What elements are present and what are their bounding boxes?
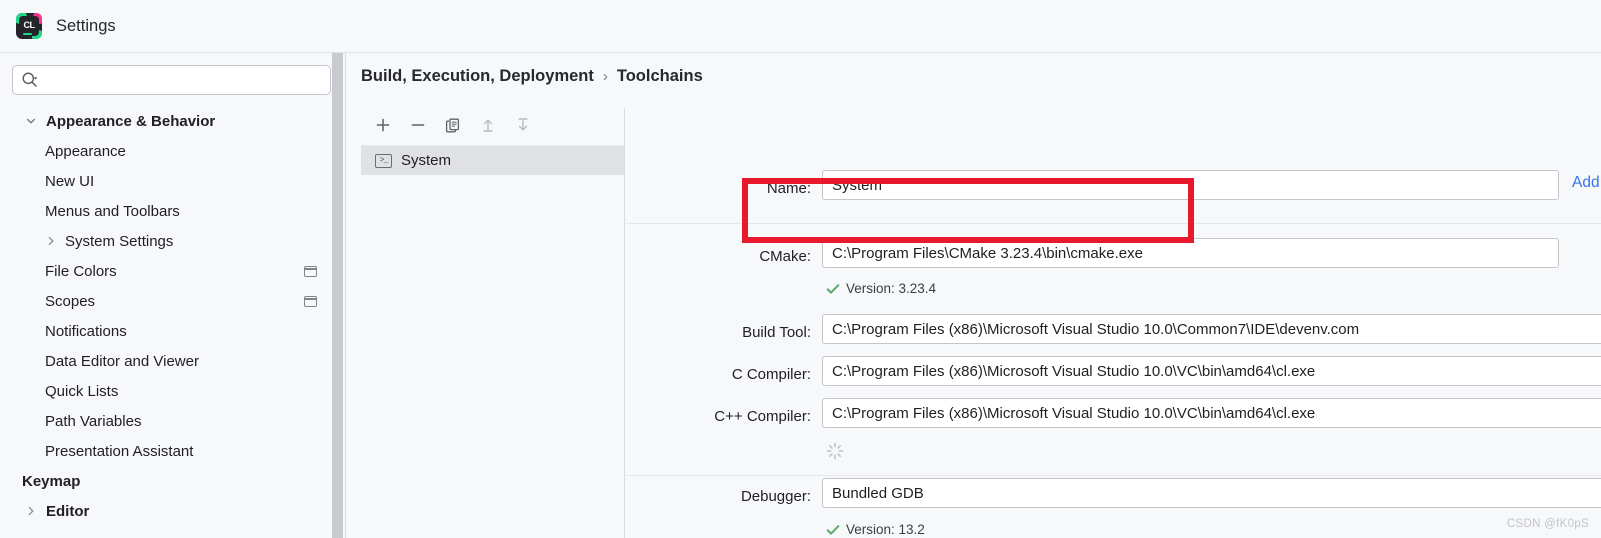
sidebar-item-label: Scopes (45, 292, 96, 310)
main-panel: Build, Execution, Deployment › Toolchain… (347, 53, 1601, 538)
sidebar-item-data-editor-and-viewer[interactable]: Data Editor and Viewer (0, 346, 345, 376)
project-scope-icon (304, 295, 317, 307)
sidebar-item-label: Editor (46, 502, 90, 520)
watermark: CSDN @fK0pS (1506, 518, 1589, 530)
breadcrumb-separator-icon: › (602, 68, 608, 85)
name-field[interactable]: System (822, 170, 1559, 200)
sidebar-item-quick-lists[interactable]: Quick Lists (0, 376, 345, 406)
copy-toolchain-button[interactable] (443, 115, 463, 135)
toolchain-list-panel: >_ System (361, 108, 625, 538)
sidebar-item-keymap[interactable]: Keymap (0, 466, 345, 496)
sidebar-item-notifications[interactable]: Notifications (0, 316, 345, 346)
form-divider (626, 223, 1601, 224)
sidebar-item-label: Appearance & Behavior (46, 112, 216, 130)
search-container (0, 53, 345, 95)
cpp-compiler-field[interactable]: C:\Program Files (x86)\Microsoft Visual … (822, 398, 1601, 428)
clion-icon-label: CL (23, 19, 36, 30)
add-environment-link[interactable]: Add e (1572, 174, 1601, 192)
check-icon (826, 523, 840, 537)
cpp-compiler-label: C++ Compiler: (714, 408, 811, 425)
sidebar-item-scopes[interactable]: Scopes (0, 286, 345, 316)
c-compiler-label: C Compiler: (731, 366, 811, 383)
sidebar-item-appearance[interactable]: Appearance (0, 136, 345, 166)
toolchain-list-item[interactable]: >_ System (361, 146, 624, 175)
chevron-right-icon[interactable] (44, 234, 58, 248)
sidebar-item-system-settings[interactable]: System Settings (0, 226, 345, 256)
debugger-status-text: Version: 13.2 (846, 522, 925, 537)
project-scope-icon (304, 265, 317, 277)
toolchain-list: >_ System (361, 145, 624, 175)
settings-tree: Appearance & Behavior Appearance New UI Men… (0, 106, 345, 526)
settings-window: CL Settings Appearance & Behavior Appeara… (0, 0, 1601, 538)
breadcrumb: Build, Execution, Deployment › Toolchain… (361, 67, 703, 86)
search-input[interactable] (39, 66, 322, 94)
title-bar: CL Settings (0, 0, 1601, 53)
cmake-status-text: Version: 3.23.4 (846, 281, 937, 296)
move-down-button (513, 115, 533, 135)
sidebar-item-label: Path Variables (45, 412, 142, 430)
breadcrumb-parent[interactable]: Build, Execution, Deployment (361, 67, 594, 86)
sidebar-item-appearance-behavior[interactable]: Appearance & Behavior (0, 106, 345, 136)
debugger-field[interactable]: Bundled GDB (822, 478, 1601, 508)
chevron-right-icon[interactable] (24, 504, 38, 518)
toolchain-list-item-label: System (401, 152, 452, 169)
settings-sidebar: Appearance & Behavior Appearance New UI Men… (0, 53, 346, 538)
spinner-icon (825, 441, 845, 461)
cmake-label: CMake: (759, 248, 811, 265)
sidebar-item-label: System Settings (65, 232, 174, 250)
sidebar-item-label: Appearance (45, 142, 126, 160)
sidebar-item-label: Menus and Toolbars (45, 202, 180, 220)
sidebar-item-label: Keymap (22, 472, 81, 490)
sidebar-item-presentation-assistant[interactable]: Presentation Assistant (0, 436, 345, 466)
sidebar-item-label: Notifications (45, 322, 127, 340)
clion-icon: CL (16, 13, 42, 39)
remove-toolchain-button[interactable] (408, 115, 428, 135)
sidebar-scrollbar-thumb[interactable] (332, 53, 343, 538)
sidebar-item-label: File Colors (45, 262, 117, 280)
terminal-icon: >_ (375, 153, 392, 168)
breadcrumb-current: Toolchains (616, 67, 703, 85)
sidebar-scrollbar[interactable] (331, 53, 344, 538)
add-toolchain-button[interactable] (373, 115, 393, 135)
sidebar-item-file-colors[interactable]: File Colors (0, 256, 345, 286)
c-compiler-field[interactable]: C:\Program Files (x86)\Microsoft Visual … (822, 356, 1601, 386)
sidebar-item-label: Data Editor and Viewer (45, 352, 199, 370)
debugger-status: Version: 13.2 (826, 522, 925, 537)
form-divider-2 (626, 475, 1601, 476)
search-box[interactable] (12, 65, 331, 95)
name-label: Name: (766, 180, 811, 197)
chevron-down-icon[interactable] (24, 114, 38, 128)
sidebar-item-label: Quick Lists (45, 382, 119, 400)
sidebar-item-label: New UI (45, 172, 95, 190)
sidebar-item-editor[interactable]: Editor (0, 496, 345, 526)
sidebar-item-menus-and-toolbars[interactable]: Menus and Toolbars (0, 196, 345, 226)
build-tool-field[interactable]: C:\Program Files (x86)\Microsoft Visual … (822, 314, 1601, 344)
cmake-status: Version: 3.23.4 (826, 281, 936, 296)
sidebar-item-label: Presentation Assistant (45, 442, 194, 460)
debugger-label: Debugger: (740, 488, 811, 505)
toolchain-toolbar (361, 108, 624, 142)
check-icon (826, 282, 840, 296)
sidebar-item-path-variables[interactable]: Path Variables (0, 406, 345, 436)
search-icon (21, 71, 39, 89)
cmake-field[interactable]: C:\Program Files\CMake 3.23.4\bin\cmake.… (822, 238, 1559, 268)
move-up-button (478, 115, 498, 135)
window-title: Settings (56, 16, 116, 35)
sidebar-item-new-ui[interactable]: New UI (0, 166, 345, 196)
build-tool-label: Build Tool: (742, 324, 811, 341)
toolchain-detail-form: Name: System Add e CMake: C:\Program Fil… (626, 108, 1601, 538)
